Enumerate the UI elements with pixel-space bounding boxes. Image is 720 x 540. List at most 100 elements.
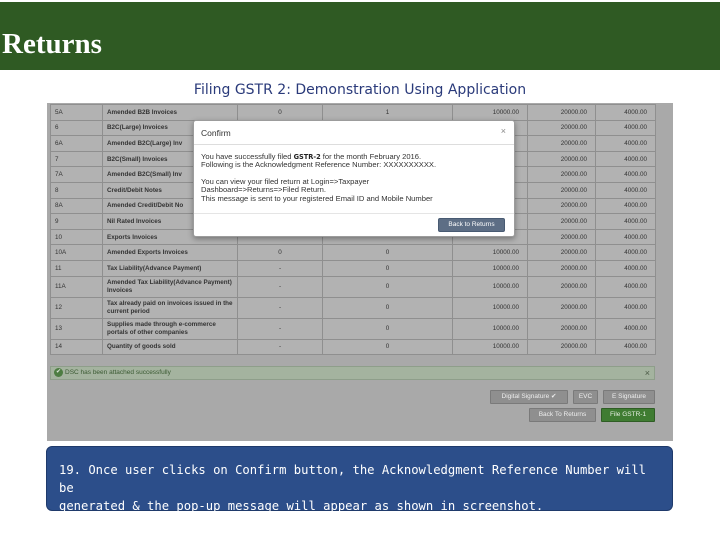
table-row: 5A Amended B2B Invoices 0 1 10000.00 20000.00… xyxy=(50,104,656,121)
row-amount-b: 20000.00 xyxy=(527,166,596,183)
row-amount-b: 20000.00 xyxy=(527,181,596,199)
e-signature-button[interactable]: E Signature xyxy=(603,390,655,404)
row-count-b: 0 xyxy=(322,317,453,340)
row-amount-c: 4000.00 xyxy=(595,119,656,137)
row-count-a: - xyxy=(237,275,323,298)
row-amount-b: 20000.00 xyxy=(527,135,596,152)
digital-signature-button[interactable]: Digital Signature ✔ xyxy=(490,390,568,404)
row-id: 6 xyxy=(50,119,103,137)
row-id: 11 xyxy=(50,259,103,277)
row-id: 5A xyxy=(50,104,103,121)
row-amount-c: 4000.00 xyxy=(595,150,656,168)
row-amount-b: 20000.00 xyxy=(527,213,596,230)
row-amount-c: 4000.00 xyxy=(595,275,656,298)
row-amount-b: 20000.00 xyxy=(527,244,596,261)
caption-line-2: generated & the pop-up message will appe… xyxy=(59,499,544,513)
row-amount-c: 4000.00 xyxy=(595,166,656,183)
evc-button[interactable]: EVC xyxy=(573,390,598,404)
row-id: 8A xyxy=(50,197,103,215)
row-count-a: - xyxy=(237,296,323,319)
row-amount-c: 4000.00 xyxy=(595,197,656,215)
row-id: 10A xyxy=(50,244,103,261)
row-id: 9 xyxy=(50,213,103,230)
row-amount-a: 10000.00 xyxy=(452,275,528,298)
row-id: 8 xyxy=(50,181,103,199)
row-amount-b: 20000.00 xyxy=(527,259,596,277)
row-amount-c: 4000.00 xyxy=(595,317,656,340)
table-row: 10A Amended Exports Invoices 0 0 10000.00 200… xyxy=(50,244,656,261)
check-circle-icon: ✔ xyxy=(54,368,63,377)
file-gstr1-button[interactable]: File GSTR-1 xyxy=(601,408,655,422)
row-id: 6A xyxy=(50,135,103,152)
row-amount-a: 10000.00 xyxy=(452,296,528,319)
row-id: 12 xyxy=(50,296,103,319)
row-count-b: 0 xyxy=(322,275,453,298)
caption-box: 19. Once user clicks on Confirm button, … xyxy=(46,446,673,513)
dialog-divider xyxy=(194,144,514,145)
row-amount-a: 10000.00 xyxy=(452,338,528,356)
row-count-a: - xyxy=(237,338,323,356)
row-count-b: 0 xyxy=(322,244,453,261)
back-to-returns-button[interactable]: Back To Returns xyxy=(529,408,596,422)
row-amount-c: 4000.00 xyxy=(595,296,656,319)
app-screenshot: 5A Amended B2B Invoices 0 1 10000.00 20000.00… xyxy=(47,103,673,441)
row-amount-b: 20000.00 xyxy=(527,296,596,319)
slide-subtitle: Filing GSTR 2: Demonstration Using Appli… xyxy=(193,82,527,98)
dsc-success-alert: ✔ DSC has been attached successfully × xyxy=(50,366,655,380)
dialog-line-sent: This message is sent to your registered … xyxy=(201,193,433,203)
header-bar: Returns xyxy=(0,2,720,70)
row-count-a: 0 xyxy=(237,104,323,121)
row-amount-a: 10000.00 xyxy=(452,104,528,121)
confirm-dialog: Confirm × You have successfully filed GS… xyxy=(193,120,515,237)
row-amount-a: 10000.00 xyxy=(452,259,528,277)
row-description: Quantity of goods sold xyxy=(102,338,238,356)
row-amount-c: 4000.00 xyxy=(595,135,656,152)
caption-line-1: 19. Once user clicks on Confirm button, … xyxy=(59,463,646,495)
row-amount-c: 4000.00 xyxy=(595,181,656,199)
row-count-b: 1 xyxy=(322,104,453,121)
row-amount-b: 20000.00 xyxy=(527,228,596,246)
row-amount-c: 4000.00 xyxy=(595,338,656,356)
row-count-b: 0 xyxy=(322,338,453,356)
row-id: 7A xyxy=(50,166,103,183)
row-count-a: - xyxy=(237,259,323,277)
row-count-b: 0 xyxy=(322,296,453,319)
row-id: 11A xyxy=(50,275,103,298)
row-amount-b: 20000.00 xyxy=(527,317,596,340)
row-count-a: - xyxy=(237,317,323,340)
row-amount-c: 4000.00 xyxy=(595,104,656,121)
row-count-a: 0 xyxy=(237,244,323,261)
row-amount-c: 4000.00 xyxy=(595,213,656,230)
row-description: Amended Exports Invoices xyxy=(102,244,238,261)
row-amount-c: 4000.00 xyxy=(595,244,656,261)
table-row: 11 Tax Liability(Advance Payment) -0 10000.… xyxy=(50,259,656,277)
row-amount-a: 10000.00 xyxy=(452,317,528,340)
row-id: 10 xyxy=(50,228,103,246)
row-description: Supplies made through e-commerce portals… xyxy=(102,317,238,340)
row-id: 14 xyxy=(50,338,103,356)
dialog-close-icon[interactable]: × xyxy=(501,126,506,136)
dialog-line-ack: Following is the Acknowledgment Referenc… xyxy=(201,160,437,170)
dsc-success-message: DSC has been attached successfully xyxy=(65,369,171,376)
row-description: Amended Tax Liability(Advance Payment) I… xyxy=(102,275,238,298)
table-row: 13 Supplies made through e-commerce porta… xyxy=(50,317,656,340)
row-description: Tax already paid on invoices issued in t… xyxy=(102,296,238,319)
row-amount-c: 4000.00 xyxy=(595,228,656,246)
row-amount-a: 10000.00 xyxy=(452,244,528,261)
table-row: 12 Tax already paid on invoices issued in… xyxy=(50,296,656,319)
row-count-b: 0 xyxy=(322,259,453,277)
dialog-title: Confirm xyxy=(201,128,231,138)
dialog-back-to-returns-button[interactable]: Back to Returns xyxy=(438,218,505,232)
row-amount-b: 20000.00 xyxy=(527,104,596,121)
row-amount-b: 20000.00 xyxy=(527,197,596,215)
row-id: 7 xyxy=(50,150,103,168)
row-id: 13 xyxy=(50,317,103,340)
row-amount-c: 4000.00 xyxy=(595,259,656,277)
alert-close-icon[interactable]: × xyxy=(645,367,650,379)
row-amount-b: 20000.00 xyxy=(527,150,596,168)
row-description: Amended B2B Invoices xyxy=(102,104,238,121)
table-row: 14 Quantity of goods sold -0 10000.00 20000.… xyxy=(50,338,656,356)
table-row: 11A Amended Tax Liability(Advance Payment… xyxy=(50,275,656,298)
row-amount-b: 20000.00 xyxy=(527,275,596,298)
dialog-message: You have successfully filed GSTR-2 for t… xyxy=(201,152,501,203)
